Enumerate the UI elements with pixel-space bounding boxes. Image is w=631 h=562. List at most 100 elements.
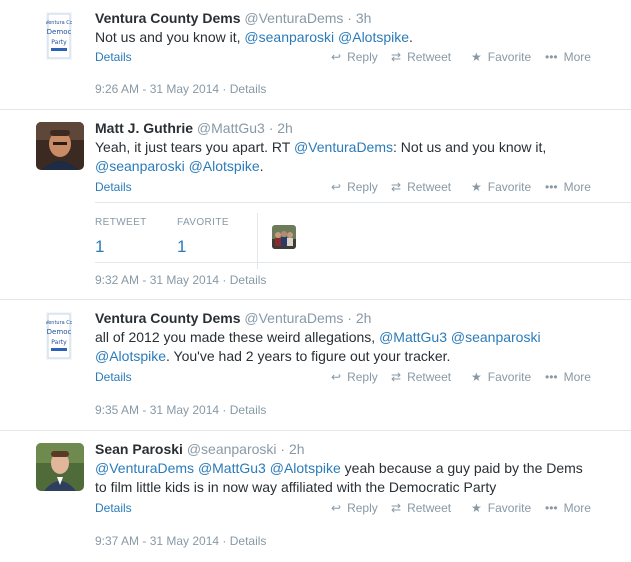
separator-dot: · <box>276 441 289 457</box>
reply-label: Reply <box>347 501 378 515</box>
matt-guthrie-avatar[interactable] <box>36 122 84 170</box>
author-handle[interactable]: @MattGu3 <box>197 120 265 136</box>
svg-text:Democ: Democ <box>47 328 72 336</box>
tweet-text-segment: Not us and you know it, <box>95 29 245 45</box>
reply-icon: ↩ <box>331 501 342 515</box>
retweet-icon: ⇄ <box>391 501 402 515</box>
star-icon: ★ <box>471 180 482 194</box>
mention-link[interactable]: @VenturaDems <box>95 460 194 476</box>
tweet-item[interactable]: Matt J. Guthrie @MattGu3 · 2h Yeah, it j… <box>0 110 631 300</box>
ventura-dems-logo-avatar[interactable]: Ventura Co Democ Party <box>46 312 72 360</box>
star-icon: ★ <box>471 370 482 384</box>
reply-button[interactable]: ↩ Reply <box>331 180 378 194</box>
stats-separator <box>257 213 258 269</box>
tweet-text-segment: all of 2012 you made these weird allegat… <box>95 329 380 345</box>
tweet-time[interactable]: 2h <box>289 441 305 457</box>
more-button[interactable]: ••• More <box>545 501 591 515</box>
favoriter-avatar[interactable] <box>272 225 296 249</box>
mention-link[interactable]: @seanparoski <box>244 29 334 45</box>
more-button[interactable]: ••• More <box>545 50 591 64</box>
reply-icon: ↩ <box>331 180 342 194</box>
more-button[interactable]: ••• More <box>545 370 591 384</box>
separator-dot: · <box>264 120 278 136</box>
mention-link[interactable]: @Alotspike <box>338 29 409 45</box>
mention-link[interactable]: @Alotspike <box>270 460 341 476</box>
retweet-count[interactable]: 1 <box>95 237 104 257</box>
retweet-button[interactable]: ⇄ Retweet <box>391 180 451 194</box>
tweet-timestamp[interactable]: 9:35 AM - 31 May 2014 · Details <box>95 403 266 417</box>
reply-button[interactable]: ↩ Reply <box>331 501 378 515</box>
tweet-time[interactable]: 3h <box>356 10 372 26</box>
details-link[interactable]: Details <box>95 501 132 515</box>
reply-label: Reply <box>347 50 378 64</box>
stats-divider-top <box>95 202 631 203</box>
retweet-button[interactable]: ⇄ Retweet <box>391 50 451 64</box>
favorite-button[interactable]: ★ Favorite <box>471 501 531 515</box>
author-name[interactable]: Matt J. Guthrie <box>95 120 193 136</box>
mention-link[interactable]: @Alotspike <box>95 348 166 364</box>
tweet-text-segment: . You've had 2 years to figure out your … <box>166 348 451 364</box>
tweet-timestamp[interactable]: 9:32 AM - 31 May 2014 · Details <box>95 273 266 287</box>
author-name[interactable]: Ventura County Dems <box>95 310 240 326</box>
tweet-content: Ventura County Dems @VenturaDems · 2h al… <box>95 309 613 389</box>
tweet-text-segment: Yeah, it just tears you apart. RT <box>95 139 294 155</box>
tweet-actions: Details ↩ Reply ⇄ Retweet ★ Favorite ••• Mor… <box>95 180 613 199</box>
details-link[interactable]: Details <box>95 370 132 384</box>
retweet-label: Retweet <box>407 50 452 64</box>
separator-dot: · <box>343 310 356 326</box>
favorite-button[interactable]: ★ Favorite <box>471 180 531 194</box>
tweet-header: Matt J. Guthrie @MattGu3 · 2h <box>95 119 613 137</box>
tweet-actions: Details ↩ Reply ⇄ Retweet ★ Favorite ••• Mor… <box>95 50 613 69</box>
tweet-text-segment: to film little kids is in now way affili… <box>95 479 497 495</box>
star-icon: ★ <box>471 50 482 64</box>
mention-link[interactable]: @MattGu3 <box>198 460 266 476</box>
details-link[interactable]: Details <box>95 180 132 194</box>
tweet-time[interactable]: 2h <box>356 310 372 326</box>
more-dots-icon: ••• <box>545 501 558 515</box>
favorite-button[interactable]: ★ Favorite <box>471 370 531 384</box>
mention-link[interactable]: @VenturaDems <box>294 139 393 155</box>
tweet-actions: Details ↩ Reply ⇄ Retweet ★ Favorite ••• Mor… <box>95 370 613 389</box>
tweet-text: all of 2012 you made these weird allegat… <box>95 328 613 366</box>
svg-text:Ventura Co: Ventura Co <box>46 320 72 326</box>
tweet-text-segment: yeah because a guy paid by the Dems <box>340 460 583 476</box>
tweet-content: Sean Paroski @seanparoski · 2h @VenturaD… <box>95 440 613 520</box>
reply-button[interactable]: ↩ Reply <box>331 370 378 384</box>
mention-link[interactable]: @seanparoski <box>95 158 185 174</box>
retweet-icon: ⇄ <box>391 180 402 194</box>
more-button[interactable]: ••• More <box>545 180 591 194</box>
author-handle[interactable]: @VenturaDems <box>244 10 343 26</box>
favorite-button[interactable]: ★ Favorite <box>471 50 531 64</box>
reply-button[interactable]: ↩ Reply <box>331 50 378 64</box>
more-dots-icon: ••• <box>545 370 558 384</box>
tweet-content: Matt J. Guthrie @MattGu3 · 2h Yeah, it j… <box>95 119 613 199</box>
retweet-button[interactable]: ⇄ Retweet <box>391 370 451 384</box>
tweet-timestamp[interactable]: 9:37 AM - 31 May 2014 · Details <box>95 534 266 548</box>
tweet-timestamp[interactable]: 9:26 AM - 31 May 2014 · Details <box>95 82 266 96</box>
favorite-count[interactable]: 1 <box>177 237 186 257</box>
star-icon: ★ <box>471 501 482 515</box>
tweet-item[interactable]: Sean Paroski @seanparoski · 2h @VenturaD… <box>0 431 631 562</box>
more-label: More <box>563 370 591 384</box>
tweet-time[interactable]: 2h <box>277 120 293 136</box>
stats-divider-bottom <box>95 262 631 263</box>
mention-link[interactable]: @seanparoski <box>451 329 541 345</box>
author-name[interactable]: Sean Paroski <box>95 441 183 457</box>
tweet-item[interactable]: Ventura Co Democ Party Ventura County De… <box>0 300 631 431</box>
sean-paroski-avatar[interactable] <box>36 443 84 491</box>
ventura-dems-logo-avatar[interactable]: Ventura Co Democ Party <box>46 12 72 60</box>
author-handle[interactable]: @seanparoski <box>187 441 277 457</box>
retweet-button[interactable]: ⇄ Retweet <box>391 501 451 515</box>
tweet-item[interactable]: Ventura Co Democ Party Ventura County De… <box>0 0 631 110</box>
mention-link[interactable]: @MattGu3 <box>379 329 447 345</box>
retweet-icon: ⇄ <box>391 50 402 64</box>
more-label: More <box>563 180 591 194</box>
mention-link[interactable]: @Alotspike <box>189 158 260 174</box>
details-link[interactable]: Details <box>95 50 132 64</box>
tweet-timeline: Ventura Co Democ Party Ventura County De… <box>0 0 631 562</box>
favorite-label: Favorite <box>487 370 532 384</box>
author-handle[interactable]: @VenturaDems <box>244 310 343 326</box>
favorite-stat-label: FAVORITE <box>177 217 229 228</box>
author-name[interactable]: Ventura County Dems <box>95 10 240 26</box>
more-dots-icon: ••• <box>545 50 558 64</box>
